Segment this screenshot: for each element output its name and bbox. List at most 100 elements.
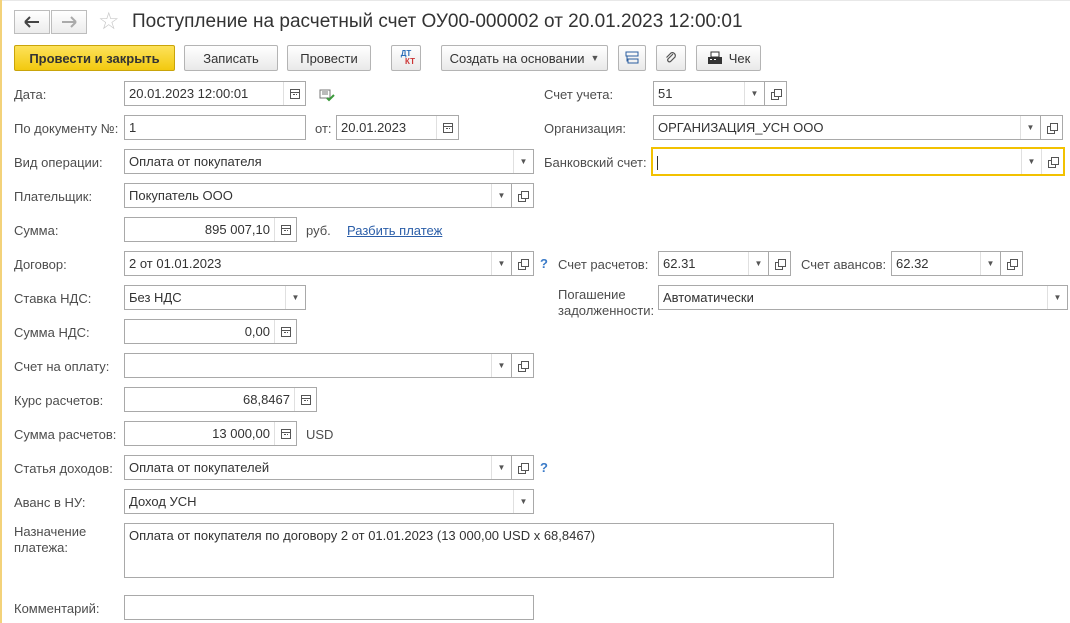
invoice-open-button[interactable]: [512, 353, 534, 378]
bank-account-open-button[interactable]: [1041, 149, 1063, 174]
chevron-down-icon[interactable]: ▼: [285, 286, 305, 309]
calculator-icon[interactable]: [274, 218, 296, 241]
favorite-star-icon[interactable]: ☆: [98, 9, 120, 35]
vat-rate-label: Ставка НДС:: [14, 291, 92, 306]
open-form-icon: [1047, 156, 1059, 168]
chevron-down-icon[interactable]: ▼: [491, 184, 511, 207]
purpose-label: Назначение платежа:: [14, 524, 87, 555]
amount-unit: руб.: [306, 223, 331, 238]
advance-account-open-button[interactable]: [1001, 251, 1023, 276]
chevron-down-icon[interactable]: ▼: [980, 252, 1000, 275]
arrow-left-icon: [24, 16, 39, 28]
chevron-down-icon[interactable]: ▼: [744, 82, 764, 105]
exchange-rate-field[interactable]: 68,8467: [124, 387, 317, 412]
vat-amount-label: Сумма НДС:: [14, 325, 90, 340]
advance-tax-label: Аванс в НУ:: [14, 495, 86, 510]
receipt-button[interactable]: Чек: [696, 45, 761, 71]
payer-field[interactable]: Покупатель ООО ▼: [124, 183, 512, 208]
comment-label: Комментарий:: [14, 601, 100, 616]
arrow-right-icon: [62, 16, 77, 28]
doc-date-value: 20.01.2023: [341, 120, 407, 135]
check-document-icon[interactable]: [319, 88, 335, 102]
vat-amount-value: 0,00: [244, 324, 270, 339]
purpose-textarea[interactable]: Оплата от покупателя по договору 2 от 01…: [124, 523, 834, 578]
account-field[interactable]: 51 ▼: [653, 81, 765, 106]
calculator-icon[interactable]: [274, 320, 296, 343]
calculator-icon[interactable]: [294, 388, 316, 411]
doc-date-field[interactable]: 20.01.2023: [336, 115, 459, 140]
structure-button[interactable]: [618, 45, 646, 71]
contract-label: Договор:: [14, 257, 67, 272]
chevron-down-icon[interactable]: ▼: [513, 490, 533, 513]
contract-field[interactable]: 2 от 01.01.2023 ▼: [124, 251, 512, 276]
chevron-down-icon[interactable]: ▼: [748, 252, 768, 275]
bank-account-field[interactable]: ▼: [651, 147, 1065, 176]
payer-open-button[interactable]: [512, 183, 534, 208]
question-icon[interactable]: ?: [540, 256, 548, 271]
date-field[interactable]: 20.01.2023 12:00:01: [124, 81, 306, 106]
debt-repayment-field[interactable]: Автоматически ▼: [658, 285, 1068, 310]
question-icon[interactable]: ?: [540, 460, 548, 475]
chevron-down-icon[interactable]: ▼: [491, 252, 511, 275]
operation-type-value: Оплата от покупателя: [129, 154, 262, 169]
chevron-down-icon[interactable]: ▼: [491, 456, 511, 479]
invoice-field[interactable]: ▼: [124, 353, 512, 378]
amount-field[interactable]: 895 007,10: [124, 217, 297, 242]
calculator-icon[interactable]: [274, 422, 296, 445]
settlement-account-field[interactable]: 62.31 ▼: [658, 251, 769, 276]
create-based-on-label: Создать на основании: [449, 50, 585, 66]
attach-button[interactable]: [656, 45, 686, 71]
calendar-icon[interactable]: [436, 116, 458, 139]
settlement-account-value: 62.31: [663, 256, 696, 271]
doc-number-label: По документу №:: [14, 121, 119, 136]
settlement-account-label: Счет расчетов:: [558, 257, 649, 272]
split-payment-link[interactable]: Разбить платеж: [347, 223, 442, 238]
paperclip-icon: [666, 52, 676, 63]
post-button[interactable]: Провести: [287, 45, 371, 71]
advance-tax-field[interactable]: Доход УСН ▼: [124, 489, 534, 514]
doc-number-field[interactable]: 1: [124, 115, 306, 140]
income-item-open-button[interactable]: [512, 455, 534, 480]
settlement-amount-value: 13 000,00: [212, 426, 270, 441]
dtkt-report-button[interactable]: ДТ КТ: [391, 45, 421, 71]
account-open-button[interactable]: [765, 81, 787, 106]
save-button[interactable]: Записать: [184, 45, 278, 71]
organization-open-button[interactable]: [1041, 115, 1063, 140]
operation-type-field[interactable]: Оплата от покупателя ▼: [124, 149, 534, 174]
window-left-border: [0, 0, 2, 623]
doc-date-label: от:: [315, 121, 332, 136]
settlement-account-open-button[interactable]: [769, 251, 791, 276]
payer-value: Покупатель ООО: [129, 188, 233, 203]
comment-field[interactable]: [124, 595, 534, 620]
settlement-amount-label: Сумма расчетов:: [14, 427, 117, 442]
calendar-icon[interactable]: [283, 82, 305, 105]
chevron-down-icon[interactable]: ▼: [491, 354, 511, 377]
amount-label: Сумма:: [14, 223, 59, 238]
exchange-rate-value: 68,8467: [243, 392, 290, 407]
payer-label: Плательщик:: [14, 189, 93, 204]
post-and-close-button[interactable]: Провести и закрыть: [14, 45, 175, 71]
account-value: 51: [658, 86, 673, 101]
chevron-down-icon[interactable]: ▼: [513, 150, 533, 173]
chevron-down-icon[interactable]: ▼: [1021, 149, 1041, 174]
organization-value: ОРГАНИЗАЦИЯ_УСН ООО: [658, 120, 824, 135]
vat-amount-field[interactable]: 0,00: [124, 319, 297, 344]
chevron-down-icon[interactable]: ▼: [1047, 286, 1067, 309]
open-form-icon: [774, 258, 786, 270]
organization-field[interactable]: ОРГАНИЗАЦИЯ_УСН ООО ▼: [653, 115, 1041, 140]
advance-account-field[interactable]: 62.32 ▼: [891, 251, 1001, 276]
settlement-amount-field[interactable]: 13 000,00: [124, 421, 297, 446]
back-button[interactable]: [14, 10, 50, 34]
open-form-icon: [1006, 258, 1018, 270]
window-top-border: [0, 0, 1070, 1]
income-item-field[interactable]: Оплата от покупателей ▼: [124, 455, 512, 480]
forward-button[interactable]: [51, 10, 87, 34]
contract-open-button[interactable]: [512, 251, 534, 276]
account-label: Счет учета:: [544, 87, 614, 102]
organization-label: Организация:: [544, 121, 627, 136]
chevron-down-icon[interactable]: ▼: [1020, 116, 1040, 139]
vat-rate-field[interactable]: Без НДС ▼: [124, 285, 306, 310]
create-based-on-button[interactable]: Создать на основании ▼: [441, 45, 608, 71]
amount-value: 895 007,10: [204, 222, 270, 237]
contract-value: 2 от 01.01.2023: [129, 256, 222, 271]
